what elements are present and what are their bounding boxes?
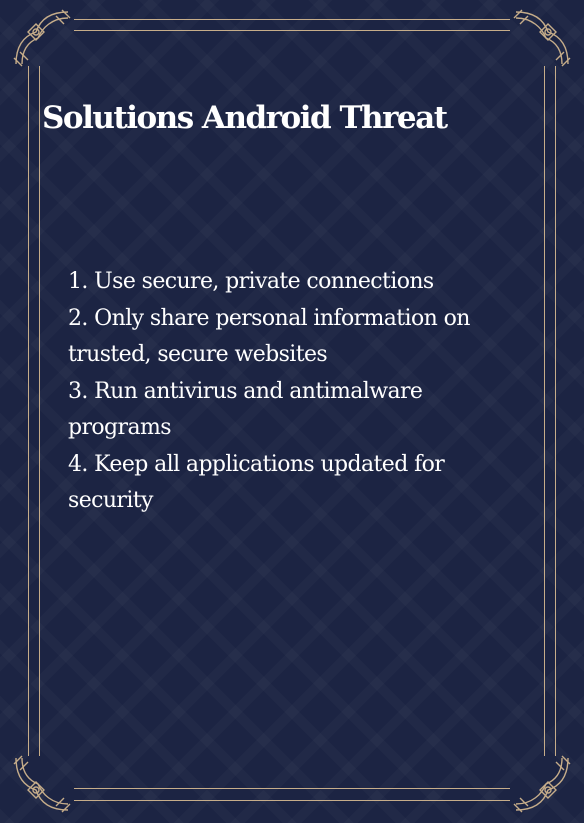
page-title: Solutions Android Threat	[42, 100, 448, 136]
frame-top-outer-line	[74, 19, 510, 20]
frame-right-inner-line	[544, 66, 545, 756]
frame-right-outer-line	[555, 66, 556, 756]
solutions-list: 1. Use secure, private connections 2. On…	[68, 264, 528, 520]
corner-ornament-bottom-left-icon	[10, 752, 74, 816]
frame-bottom-outer-line	[74, 800, 510, 801]
frame-top-inner-line	[74, 30, 510, 31]
list-item: 4. Keep all applications updated for sec…	[68, 451, 445, 514]
frame-bottom-inner-line	[74, 788, 510, 789]
list-item: 3. Run antivirus and antimalware program…	[68, 378, 423, 441]
list-item: 2. Only share personal information on tr…	[68, 305, 470, 368]
frame-left-outer-line	[28, 66, 29, 756]
corner-ornament-bottom-right-icon	[510, 752, 574, 816]
corner-ornament-top-left-icon	[10, 6, 74, 70]
frame-left-inner-line	[39, 66, 40, 756]
corner-ornament-top-right-icon	[510, 6, 574, 70]
page: { "title": "Solutions Android Threat", "…	[0, 0, 584, 823]
list-item: 1. Use secure, private connections	[68, 269, 434, 294]
